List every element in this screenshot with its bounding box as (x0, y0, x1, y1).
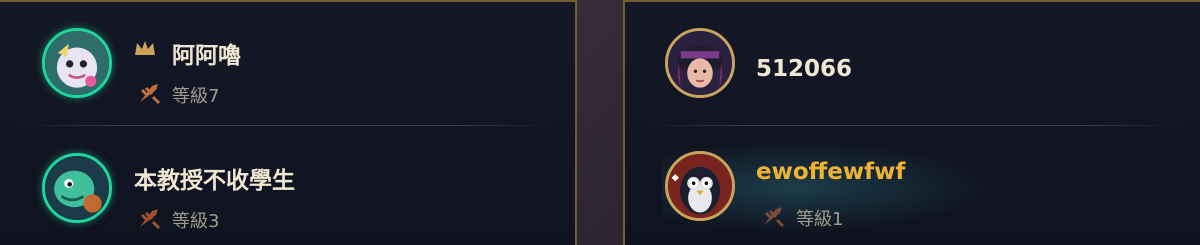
player-level: 等級3 (172, 211, 220, 232)
player-level: 等級1 (796, 209, 844, 230)
player-name: 阿阿嚕 (172, 43, 241, 69)
level-badge-icon (764, 207, 785, 228)
player-name: 本教授不收學生 (134, 168, 295, 194)
player-row[interactable]: 阿阿嚕 等級7 (0, 12, 575, 112)
level-badge-icon (140, 209, 161, 230)
left-team-panel: 阿阿嚕 等級7 本教授不收學生 等級3 (0, 0, 577, 245)
player-row[interactable]: ewoffewfwf 等級1 (625, 137, 1200, 237)
row-divider (645, 125, 1180, 126)
level-badge-icon (140, 84, 161, 105)
fish-champion-icon[interactable] (42, 153, 112, 223)
player-name: 512066 (756, 56, 853, 82)
player-row[interactable]: 本教授不收學生 等級3 (0, 137, 575, 237)
player-row[interactable]: 512066 (625, 12, 1200, 112)
poro-champion-icon[interactable] (42, 28, 112, 98)
crown-icon (135, 41, 155, 55)
champion-portrait-icon[interactable] (665, 28, 735, 98)
row-divider (20, 125, 555, 126)
player-level: 等級7 (172, 86, 220, 107)
player-name: ewoffewfwf (756, 159, 906, 185)
right-team-panel: 512066 ewoffewfwf 等級1 (623, 0, 1200, 245)
penguin-icon[interactable] (665, 151, 735, 221)
